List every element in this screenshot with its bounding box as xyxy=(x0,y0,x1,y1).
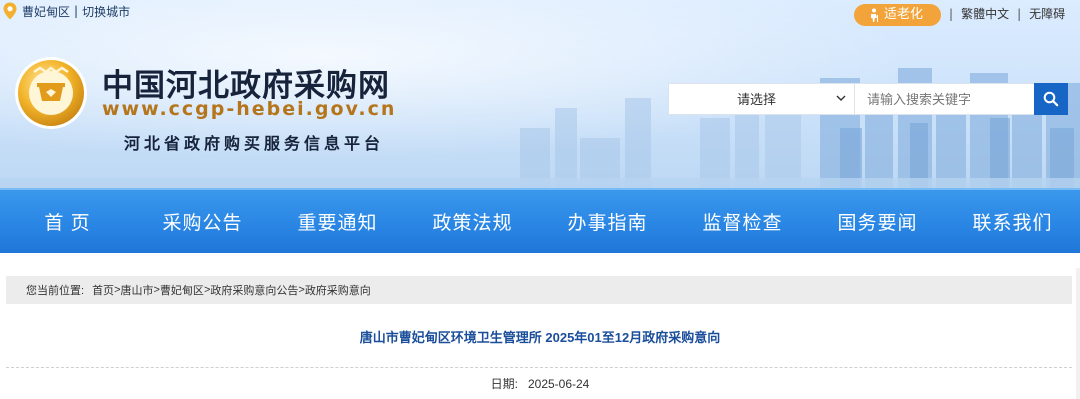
site-url: www.ccgp-hebei.gov.cn xyxy=(102,98,397,120)
date-value: 2025-06-24 xyxy=(527,377,590,391)
nav-item-policies[interactable]: 政策法规 xyxy=(405,190,540,253)
site-header: 曹妃甸区 | 切换城市 适老化 | 繁體中文 | 无障碍 中国河北政府采购网 w… xyxy=(0,0,1080,188)
article-date: 日期: 2025-06-24 xyxy=(0,375,1080,392)
breadcrumb-item-city[interactable]: 唐山市 xyxy=(121,282,154,298)
search-button[interactable] xyxy=(1034,83,1068,115)
breadcrumb-item-intent-notices[interactable]: 政府采购意向公告 xyxy=(210,282,298,298)
search-input[interactable] xyxy=(854,83,1034,115)
nav-item-home[interactable]: 首 页 xyxy=(0,190,135,253)
nav-item-supervision[interactable]: 监督检查 xyxy=(675,190,810,253)
breadcrumb-item-district[interactable]: 曹妃甸区 xyxy=(160,282,204,298)
site-logo-emblem xyxy=(15,57,87,129)
search-bar: 请选择 xyxy=(668,83,1068,115)
search-category-wrapper: 请选择 xyxy=(668,83,854,115)
nav-item-state-news[interactable]: 国务要闻 xyxy=(810,190,945,253)
location-separator: | xyxy=(74,4,79,18)
nav-item-procurement-notices[interactable]: 采购公告 xyxy=(135,190,270,253)
date-label: 日期: xyxy=(490,377,518,391)
current-region: 曹妃甸区 xyxy=(22,4,71,19)
search-icon xyxy=(1043,91,1059,107)
breadcrumb-label: 您当前位置: xyxy=(26,285,85,297)
elder-person-icon xyxy=(871,8,878,22)
traditional-chinese-link[interactable]: 繁體中文 xyxy=(961,7,1009,21)
article-divider xyxy=(6,367,1072,368)
nav-item-contact[interactable]: 联系我们 xyxy=(945,190,1080,253)
site-subtitle: 河北省政府购买服务信息平台 xyxy=(124,134,385,153)
top-right-links: 适老化 | 繁體中文 | 无障碍 xyxy=(854,4,1066,26)
top-links-separator: | xyxy=(949,7,954,21)
breadcrumb-item-current: 政府采购意向 xyxy=(304,285,371,297)
elder-mode-label: 适老化 xyxy=(884,7,924,22)
article-title: 唐山市曹妃甸区环境卫生管理所 2025年01至12月政府采购意向 xyxy=(359,330,721,345)
nav-item-important-notices[interactable]: 重要通知 xyxy=(270,190,405,253)
location-bar: 曹妃甸区 | 切换城市 xyxy=(2,2,130,20)
top-links-separator-2: | xyxy=(1017,7,1022,21)
main-nav: 首 页 采购公告 重要通知 政策法规 办事指南 监督检查 国务要闻 联系我们 xyxy=(0,188,1080,253)
nav-item-guide[interactable]: 办事指南 xyxy=(540,190,675,253)
search-category-select[interactable]: 请选择 xyxy=(668,83,854,115)
breadcrumb-item-home[interactable]: 首页 xyxy=(92,282,114,298)
switch-city-link[interactable]: 切换城市 xyxy=(82,3,130,20)
breadcrumb: 您当前位置: 首页 > 唐山市 > 曹妃甸区 > 政府采购意向公告 > 政府采购… xyxy=(6,276,1072,304)
elder-mode-button[interactable]: 适老化 xyxy=(854,4,942,26)
page-scrollbar[interactable] xyxy=(1076,268,1080,399)
accessibility-link[interactable]: 无障碍 xyxy=(1029,7,1065,21)
location-pin-icon xyxy=(3,2,17,20)
